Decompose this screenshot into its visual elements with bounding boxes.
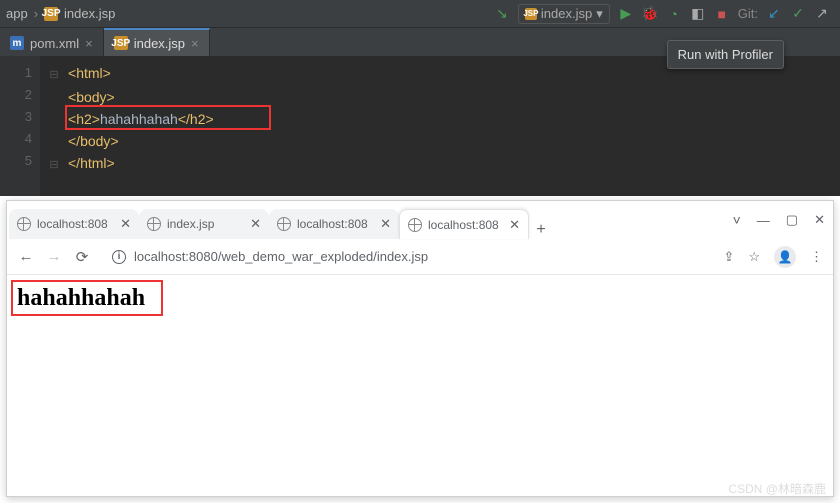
- browser-titlebar: localhost:808 ✕ index.jsp ✕ localhost:808 ✕…: [7, 201, 833, 239]
- kebab-icon[interactable]: ⋮: [810, 249, 823, 265]
- line-number: 2: [0, 84, 32, 106]
- forward-icon[interactable]: →: [45, 248, 63, 265]
- tab-title: index.jsp: [167, 217, 244, 231]
- coverage-icon[interactable]: ◧: [690, 6, 706, 22]
- highlight-box: [65, 105, 271, 130]
- line-number: 5: [0, 150, 32, 172]
- minimize-icon[interactable]: —: [757, 213, 770, 228]
- hammer-icon[interactable]: ↘: [494, 6, 510, 22]
- close-icon[interactable]: ✕: [509, 217, 520, 233]
- line-number: 1: [0, 62, 32, 84]
- close-icon[interactable]: ✕: [380, 216, 391, 232]
- code-editor[interactable]: 1 2 3 4 5 ⊟<html> <body> <h2>hahahhahah<…: [0, 56, 840, 196]
- tab-pom[interactable]: m pom.xml ×: [0, 28, 104, 56]
- globe-icon: [17, 217, 31, 231]
- close-icon[interactable]: ✕: [120, 216, 131, 232]
- tab-label: pom.xml: [30, 36, 79, 51]
- watermark: CSDN @林暗森鹿: [728, 480, 826, 497]
- browser-tab[interactable]: localhost:808 ✕: [9, 209, 139, 239]
- code-line: </body>: [40, 130, 214, 152]
- close-icon[interactable]: ✕: [814, 212, 825, 228]
- run-icon[interactable]: ▶: [618, 6, 634, 22]
- browser-tab[interactable]: localhost:808 ✕: [399, 209, 529, 239]
- tab-title: localhost:808: [37, 217, 114, 231]
- chevron-down-icon[interactable]: ˅: [733, 212, 741, 228]
- page-viewport: hahahhahah: [7, 275, 833, 496]
- close-icon[interactable]: ✕: [250, 216, 261, 232]
- breadcrumb: app › JSP index.jsp: [0, 6, 115, 21]
- tab-title: localhost:808: [297, 217, 374, 231]
- breadcrumb-file[interactable]: index.jsp: [64, 6, 115, 21]
- close-icon[interactable]: ×: [191, 36, 199, 51]
- tab-index-jsp[interactable]: JSP index.jsp ×: [104, 28, 210, 56]
- run-config-label: index.jsp: [541, 6, 592, 21]
- run-config-selector[interactable]: JSP index.jsp ▾: [518, 4, 610, 24]
- debug-icon[interactable]: 🐞: [642, 6, 658, 22]
- address-bar[interactable]: i localhost:8080/web_demo_war_exploded/i…: [101, 243, 713, 271]
- maximize-icon[interactable]: ▢: [786, 212, 798, 228]
- tab-label: index.jsp: [134, 36, 185, 51]
- browser-toolbar: ← → ⟳ i localhost:8080/web_demo_war_expl…: [7, 239, 833, 275]
- highlight-box: [11, 280, 163, 316]
- jsp-file-icon: JSP: [525, 8, 537, 20]
- back-icon[interactable]: ←: [17, 248, 35, 265]
- line-gutter: 1 2 3 4 5: [0, 56, 40, 196]
- new-tab-button[interactable]: +: [529, 221, 553, 239]
- globe-icon: [147, 217, 161, 231]
- browser-tabs: localhost:808 ✕ index.jsp ✕ localhost:808 ✕…: [7, 201, 733, 239]
- chevron-right-icon: ›: [34, 6, 38, 21]
- profile-avatar[interactable]: 👤: [774, 246, 796, 268]
- bookmark-icon[interactable]: ☆: [748, 249, 760, 265]
- jsp-file-icon: JSP: [114, 36, 128, 50]
- git-history-icon[interactable]: ↗: [814, 6, 830, 22]
- git-push-icon[interactable]: ✓: [790, 6, 806, 22]
- browser-tab[interactable]: localhost:808 ✕: [269, 209, 399, 239]
- url-text: localhost:8080/web_demo_war_exploded/ind…: [134, 249, 428, 264]
- window-controls: ˅ — ▢ ✕: [733, 212, 825, 228]
- tooltip: Run with Profiler: [667, 40, 784, 69]
- site-info-icon[interactable]: i: [112, 250, 126, 264]
- git-label: Git:: [738, 6, 758, 21]
- ide-toolbar-row: app › JSP index.jsp ↘ JSP index.jsp ▾ ▶ …: [0, 0, 840, 28]
- code-line: ⊟</html>: [40, 152, 214, 176]
- tab-title: localhost:808: [428, 218, 503, 232]
- share-icon[interactable]: ⇪: [723, 249, 734, 265]
- browser-tab[interactable]: index.jsp ✕: [139, 209, 269, 239]
- ide-window: app › JSP index.jsp ↘ JSP index.jsp ▾ ▶ …: [0, 0, 840, 196]
- git-pull-icon[interactable]: ↙: [766, 6, 782, 22]
- profile-icon[interactable]: ◔: [666, 6, 682, 22]
- jsp-file-icon: JSP: [44, 7, 58, 21]
- browser-window: localhost:808 ✕ index.jsp ✕ localhost:808 ✕…: [6, 200, 834, 497]
- maven-file-icon: m: [10, 36, 24, 50]
- line-number: 4: [0, 128, 32, 150]
- stop-icon[interactable]: ■: [714, 6, 730, 22]
- reload-icon[interactable]: ⟳: [73, 248, 91, 266]
- code-line: ⊟<html>: [40, 62, 214, 86]
- line-number: 3: [0, 106, 32, 128]
- close-icon[interactable]: ×: [85, 36, 93, 51]
- chevron-down-icon: ▾: [596, 6, 603, 22]
- toolbar-right: ⇪ ☆ 👤 ⋮: [723, 246, 823, 268]
- globe-icon: [277, 217, 291, 231]
- globe-icon: [408, 218, 422, 232]
- ide-toolbar: ↘ JSP index.jsp ▾ ▶ 🐞 ◔ ◧ ■ Git: ↙ ✓ ↗: [494, 4, 840, 24]
- breadcrumb-folder[interactable]: app: [6, 6, 28, 21]
